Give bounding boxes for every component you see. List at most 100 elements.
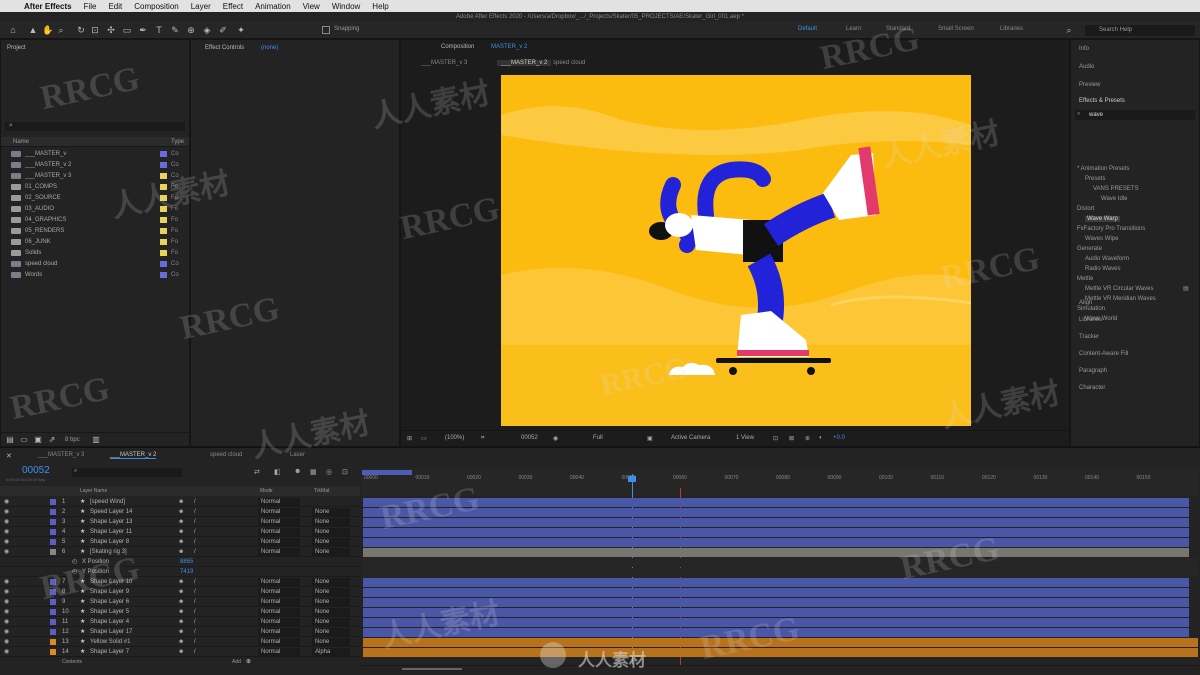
shy-switch-icon[interactable]: ☻ [178,517,184,527]
table-row[interactable]: ◉ 6 ★ [Skating rig 3] ☻ / Normal None [0,547,360,557]
layer-name[interactable]: [Skating rig 3] [90,547,127,557]
visibility-eye-icon[interactable]: ◉ [4,587,9,597]
label-color-swatch[interactable] [50,629,56,635]
project-item[interactable]: Words Co [1,269,187,280]
effects-tree-item[interactable]: * Animation Presets [1077,164,1200,174]
trkmat-dropdown[interactable]: None [312,518,350,526]
label-color-swatch[interactable] [50,589,56,595]
composition-tab[interactable]: Composition [441,44,474,50]
timeline-tab-1[interactable]: ___MASTER_v 3 [38,452,84,458]
side-panel-tab[interactable]: Character [1079,385,1105,391]
effects-tree-item[interactable]: Mettle [1077,274,1200,284]
frame-blending-icon[interactable]: ▦ [310,468,317,476]
side-panel-tab[interactable]: Paragraph [1079,368,1107,374]
rotate-tool-icon[interactable]: ↻ [76,25,86,35]
keyframe-track[interactable] [363,558,1198,567]
label-color-swatch[interactable] [160,227,167,234]
table-row[interactable]: ◉ 2 ★ Speed Layer 14 ☻ / Normal None [0,507,360,517]
workspace-small-screen[interactable]: Small Screen [938,26,974,32]
menu-layer[interactable]: Layer [185,2,217,11]
table-row[interactable]: ◉ 9 ★ Shape Layer 6 ☻ / Normal None [0,597,360,607]
table-row[interactable]: ◉ 4 ★ Shape Layer 11 ☻ / Normal None [0,527,360,537]
project-item[interactable]: 05_RENDERS Fo [1,225,187,236]
region-of-interest-icon[interactable]: ▣ [647,435,653,442]
shy-switch-icon[interactable]: ☻ [178,637,184,647]
timeline-tab-4[interactable]: Laser [290,452,305,458]
layer-duration-bar[interactable] [363,508,1189,517]
home-icon[interactable]: ⌂ [8,25,18,35]
shy-switch-icon[interactable]: ☻ [178,607,184,617]
effects-search-input[interactable]: ⌕ wave [1075,110,1195,120]
type-column-header[interactable]: Type [171,139,184,145]
project-item[interactable]: ___MASTER_v 2 Co [1,159,187,170]
blend-mode-dropdown[interactable]: Normal [258,528,300,536]
layer-name[interactable]: [speed Wind] [90,497,125,507]
label-color-swatch[interactable] [50,519,56,525]
layer-duration-bar[interactable] [363,618,1189,627]
new-composition-icon[interactable]: ▣ [33,435,43,445]
shy-switch-icon[interactable]: ☻ [178,627,184,637]
label-color-swatch[interactable] [50,579,56,585]
viewer-timecode[interactable]: 00052 [521,435,538,441]
selection-tool-icon[interactable]: ▲ [28,25,38,35]
visibility-eye-icon[interactable]: ◉ [4,527,9,537]
project-item[interactable]: 04_GRAPHICS Fo [1,214,187,225]
label-color-swatch[interactable] [50,599,56,605]
add-label[interactable]: Add [232,659,241,665]
snapshot-icon[interactable]: ◉ [553,435,558,442]
blend-mode-dropdown[interactable]: Normal [258,648,300,656]
layer-duration-bar[interactable] [363,638,1198,647]
layer-duration-bar[interactable] [363,548,1189,557]
layer-duration-bar[interactable] [363,498,1189,507]
audio-panel-tab[interactable]: Audio [1079,64,1094,70]
label-color-swatch[interactable] [50,649,56,655]
comp-nav-tab-1[interactable]: ___MASTER_v 3 [421,60,467,66]
label-color-swatch[interactable] [160,271,167,278]
blend-mode-dropdown[interactable]: Normal [258,548,300,556]
fast-previews-icon[interactable]: ⊠ [789,435,794,442]
zoom-dropdown[interactable]: (100%) [445,435,464,441]
shy-switch-icon[interactable]: ☻ [178,617,184,627]
views-dropdown[interactable]: 1 View [736,435,754,441]
effects-tree-item[interactable]: Wave World [1085,314,1200,324]
interpret-footage-icon[interactable]: ▤ [5,435,15,445]
layer-name[interactable]: Shape Layer 11 [90,527,132,537]
layer-name[interactable]: Speed Layer 14 [90,507,132,517]
layer-name[interactable]: Shape Layer 8 [90,537,129,547]
table-row[interactable]: ◉ 13 ★ Yellow Solid #1 ☻ / Normal None [0,637,360,647]
layer-name[interactable]: Shape Layer 5 [90,607,129,617]
label-color-swatch[interactable] [160,172,167,179]
trkmat-dropdown[interactable]: Alpha [312,648,350,656]
label-color-swatch[interactable] [50,639,56,645]
menu-window[interactable]: Window [326,2,366,11]
layer-duration-bar[interactable] [363,598,1189,607]
resolution-dropdown[interactable]: Full [593,435,603,441]
property-row[interactable]: ◴ X Position 8865 [0,557,360,567]
fit-icon[interactable]: ⌗ [481,435,484,442]
trkmat-dropdown[interactable]: None [312,618,350,626]
flowchart-icon[interactable]: ⇗ [47,435,57,445]
visibility-eye-icon[interactable]: ◉ [4,497,9,507]
trkmat-dropdown[interactable]: None [312,608,350,616]
effects-tree-item[interactable]: Waves Wipe [1085,234,1200,244]
time-ruler[interactable] [362,468,1198,496]
label-color-swatch[interactable] [50,529,56,535]
layer-name[interactable]: Shape Layer 9 [90,587,129,597]
effects-presets-title[interactable]: Effects & Presets [1079,98,1125,104]
layer-name-header[interactable]: Layer Name [80,488,107,494]
pan-behind-icon[interactable]: ✣ [106,25,116,35]
trkmat-dropdown[interactable]: None [312,588,350,596]
menu-file[interactable]: File [78,2,103,11]
layer-search-input[interactable]: ⌕ [72,468,182,477]
visibility-eye-icon[interactable]: ◉ [4,517,9,527]
menu-effect[interactable]: Effect [217,2,249,11]
add-icon[interactable]: ⊕ [246,658,251,665]
trkmat-dropdown[interactable]: None [312,638,350,646]
label-color-swatch[interactable] [160,194,167,201]
shy-switch-icon[interactable]: ☻ [178,527,184,537]
new-folder-icon[interactable]: ▤ [1183,285,1189,292]
search-help-input[interactable]: Search Help [1085,25,1195,36]
quality-switch-icon[interactable]: / [194,627,196,637]
zoom-tool-icon[interactable]: ⌕ [56,25,66,35]
project-tab[interactable]: Project [7,45,26,51]
